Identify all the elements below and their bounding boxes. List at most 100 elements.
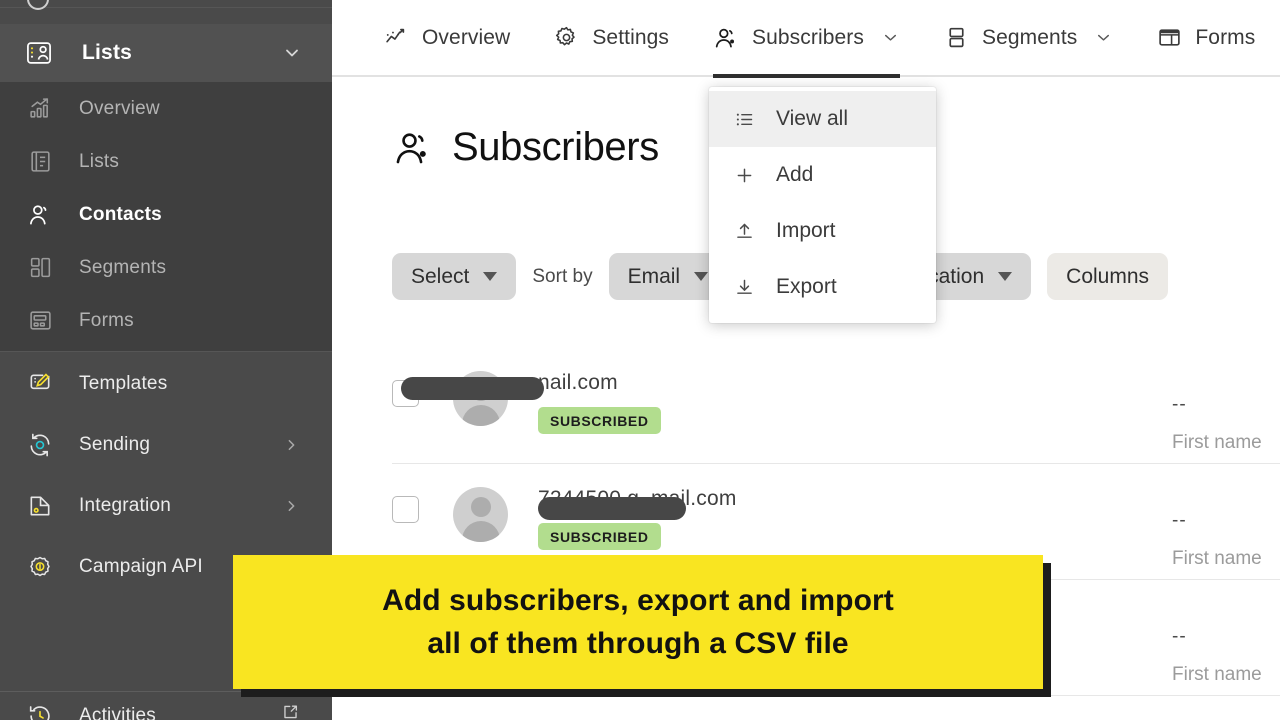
sidebar-item-sending[interactable]: Sending (0, 414, 332, 475)
forms-layout-icon (25, 308, 55, 333)
menu-item-import[interactable]: Import (709, 203, 936, 259)
upload-arrow-icon (734, 221, 755, 242)
list-card-icon (25, 39, 53, 67)
status-badge: SUBSCRIBED (538, 523, 661, 550)
sidebar-item-label: Segments (79, 256, 167, 278)
select-dropdown[interactable]: Select (392, 253, 517, 300)
sidebar-item-contacts[interactable]: Contacts (0, 188, 332, 241)
people-icon (713, 25, 739, 51)
sidebar-item-segments[interactable]: Segments (0, 241, 332, 294)
tab-bar: Overview Settings Subscribers Segments F… (332, 0, 1280, 78)
tab-label: Overview (422, 25, 511, 49)
table-row[interactable] (392, 696, 1280, 720)
circle-icon (27, 0, 49, 10)
status-badge: SUBSCRIBED (538, 407, 661, 434)
sidebar-item-label: Forms (79, 309, 134, 331)
tab-overview[interactable]: Overview (384, 0, 510, 76)
page-title-text: Subscribers (452, 125, 659, 169)
sidebar-item-overview[interactable]: Overview (0, 82, 332, 135)
subscriber-email-text: nail.com (538, 371, 618, 394)
forms-table-icon (1157, 25, 1182, 50)
sidebar-item-label: Contacts (79, 203, 162, 225)
select-label: Select (411, 264, 470, 288)
row-right-column: -- First name (1172, 395, 1280, 454)
avatar-body (461, 405, 500, 426)
redaction-mark (401, 377, 544, 400)
download-arrow-icon (734, 277, 755, 298)
sidebar-submenu: Overview Lists Contacts Segments Forms (0, 82, 332, 352)
tab-forms[interactable]: Forms (1157, 0, 1255, 76)
row-right-value: -- (1172, 510, 1187, 531)
menu-item-add[interactable]: Add (709, 147, 936, 203)
templates-brush-icon (25, 371, 55, 397)
tab-label: Forms (1195, 25, 1256, 49)
sidebar-item-label: Templates (79, 372, 168, 394)
subscribers-dropdown-menu: View all Add Import Export (709, 87, 936, 323)
page-title: Subscribers (392, 125, 659, 170)
row-right-column: -- First name (1172, 511, 1280, 570)
tab-subscribers[interactable]: Subscribers (713, 0, 900, 78)
row-right-column: -- First name (1172, 627, 1280, 686)
sidebar-group-lists[interactable]: Lists (0, 24, 332, 82)
tab-label: Segments (982, 25, 1078, 49)
sidebar-item-forms[interactable]: Forms (0, 294, 332, 347)
chevron-right-icon (283, 497, 300, 514)
tab-label: Subscribers (752, 25, 864, 49)
caption-banner: Add subscribers, export and import all o… (233, 555, 1043, 689)
sidebar-item-label: Activities (79, 705, 156, 720)
row-right-value: -- (1172, 394, 1187, 415)
sidebar-group-label: Lists (82, 41, 133, 64)
sidebar-item-label: Overview (79, 97, 160, 119)
row-right-label: First name (1172, 548, 1262, 569)
menu-item-view-all[interactable]: View all (709, 91, 936, 147)
menu-item-export[interactable]: Export (709, 259, 936, 315)
list-document-icon (25, 149, 55, 174)
row-right-label: First name (1172, 432, 1262, 453)
sidebar-item-label: Sending (79, 433, 151, 455)
analytics-line-icon (384, 25, 409, 50)
banner-line-1: Add subscribers, export and import (382, 583, 894, 617)
plus-icon (734, 165, 755, 186)
chevron-down-icon[interactable] (1094, 28, 1113, 47)
tab-settings[interactable]: Settings (554, 0, 669, 76)
segments-split-icon (944, 25, 969, 50)
avatar-body (461, 521, 500, 542)
table-row[interactable]: nail.com SUBSCRIBED -- First name (392, 348, 1280, 464)
menu-item-label: Export (776, 275, 837, 298)
sidebar-item-integration[interactable]: Integration (0, 475, 332, 536)
columns-label: Columns (1066, 264, 1150, 288)
caret-down-icon (483, 272, 498, 281)
tab-segments[interactable]: Segments (944, 0, 1113, 76)
sort-by-label: Sort by (532, 265, 593, 287)
sending-refresh-icon (25, 432, 55, 458)
chart-bars-icon (25, 96, 55, 121)
sidebar-partial-item-top[interactable] (0, 0, 332, 10)
chevron-right-icon (283, 436, 300, 453)
avatar-head (470, 497, 491, 517)
caret-down-icon (694, 272, 709, 281)
menu-item-label: View all (776, 107, 848, 130)
row-checkbox[interactable] (392, 496, 419, 523)
row-right-label: First name (1172, 664, 1262, 685)
external-link-icon (281, 703, 300, 720)
columns-button[interactable]: Columns (1047, 253, 1169, 300)
campaign-api-gear-icon (25, 554, 55, 580)
subscriber-email: nail.com (401, 371, 618, 400)
sidebar-item-templates[interactable]: Templates (0, 353, 332, 414)
chevron-down-icon[interactable] (881, 28, 900, 47)
row-main: 7244500 g_mail.com SUBSCRIBED -- First n… (538, 487, 1280, 569)
sidebar-item-label: Lists (79, 150, 120, 172)
list-bullet-icon (734, 109, 755, 130)
clock-history-icon (25, 703, 55, 720)
sidebar-item-label: Campaign API (79, 555, 203, 577)
sidebar-item-lists[interactable]: Lists (0, 135, 332, 188)
gear-icon (554, 25, 579, 50)
chevron-down-icon[interactable] (282, 43, 302, 63)
contacts-people-icon (25, 202, 55, 228)
integration-plug-icon (25, 493, 55, 519)
app-root: Lists Overview Lists Contacts Segments F… (0, 0, 1280, 720)
subscriber-email: 7244500 g_mail.com (538, 487, 737, 520)
caret-down-icon (998, 272, 1013, 281)
segments-blocks-icon (25, 255, 55, 280)
people-icon (392, 127, 434, 169)
